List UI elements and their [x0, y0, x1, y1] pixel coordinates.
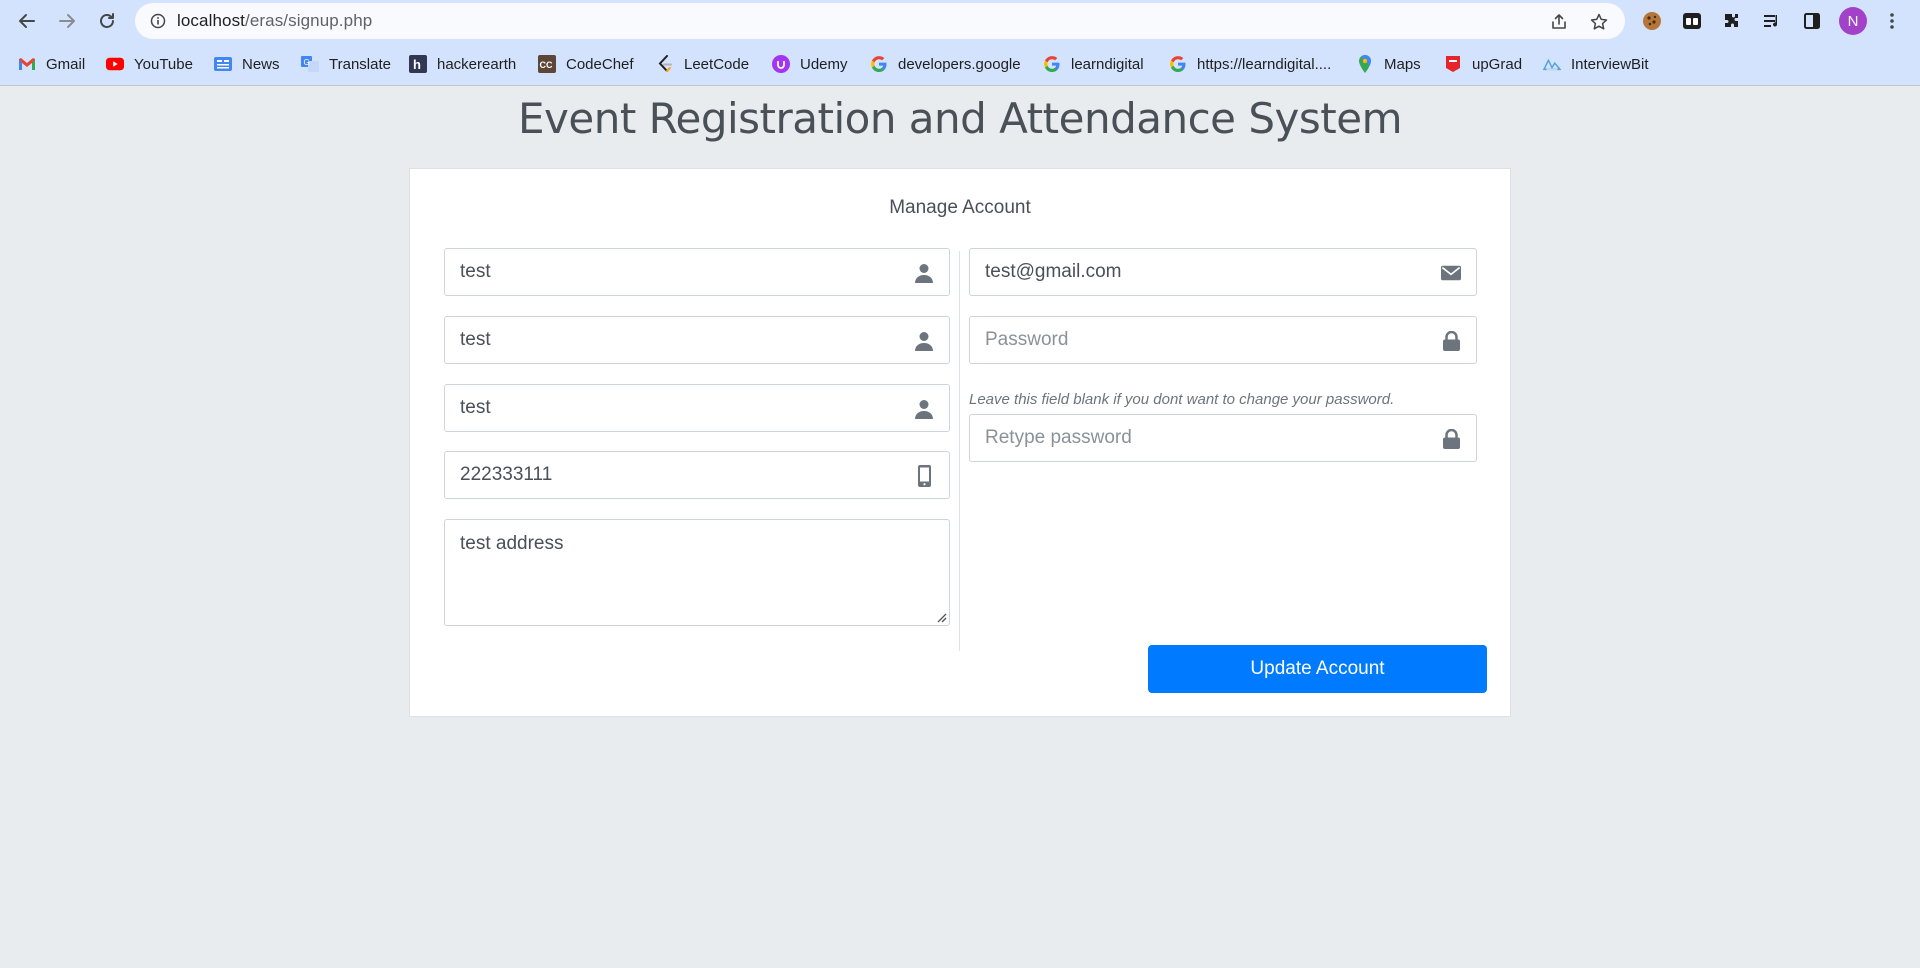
- phone-field: [444, 451, 950, 499]
- google-icon: [870, 55, 888, 73]
- lock-icon: [1441, 331, 1461, 351]
- google-icon: [1169, 55, 1187, 73]
- codechef-icon: CC: [538, 55, 556, 73]
- bookmark-learndigital[interactable]: learndigital: [1043, 52, 1144, 76]
- address-textarea[interactable]: test address: [460, 532, 904, 613]
- manage-account-card: Manage Account test address: [409, 168, 1511, 717]
- address-bar[interactable]: localhost/eras/signup.php: [135, 3, 1625, 39]
- email-field: [969, 248, 1477, 296]
- bookmark-leetcode[interactable]: LeetCode: [656, 52, 749, 76]
- email-input[interactable]: [985, 249, 1431, 295]
- user-icon: [914, 399, 934, 419]
- mobile-icon: [914, 465, 934, 487]
- bookmark-label: CodeChef: [566, 55, 634, 73]
- bookmark-news[interactable]: News: [214, 52, 280, 76]
- tab-extension-icon[interactable]: [1679, 8, 1705, 34]
- column-divider: [959, 251, 960, 651]
- reload-icon: [100, 13, 114, 28]
- middle-name-field: [444, 316, 950, 364]
- extensions-puzzle-icon[interactable]: [1719, 8, 1745, 34]
- user-icon: [914, 263, 934, 283]
- back-button[interactable]: [12, 6, 42, 36]
- card-heading: Manage Account: [889, 197, 1031, 218]
- bookmark-developers-google[interactable]: developers.google: [870, 52, 1021, 76]
- bookmark-learndigital-url[interactable]: https://learndigital....: [1169, 52, 1331, 76]
- envelope-icon: [1441, 263, 1461, 283]
- bookmark-udemy[interactable]: Udemy: [772, 52, 848, 76]
- bookmark-label: News: [242, 55, 280, 73]
- interviewbit-icon: [1543, 55, 1561, 73]
- bookmark-label: LeetCode: [684, 55, 750, 73]
- url-text[interactable]: localhost/eras/signup.php: [177, 11, 372, 31]
- bookmark-interviewbit[interactable]: InterviewBit: [1543, 52, 1649, 76]
- bookmark-label: Translate: [329, 55, 391, 73]
- bookmark-label: developers.google: [898, 55, 1021, 73]
- browser-toolbar: localhost/eras/signup.php N: [0, 0, 1920, 42]
- page-title: Event Registration and Attendance System: [518, 94, 1402, 143]
- password-field: [969, 316, 1477, 364]
- bookmark-youtube[interactable]: YouTube: [106, 52, 193, 76]
- share-icon[interactable]: [1548, 11, 1570, 33]
- password-hint: Leave this field blank if you dont want …: [969, 391, 1395, 408]
- url-host: localhost: [177, 11, 245, 30]
- leetcode-icon: [656, 55, 674, 73]
- site-info-icon[interactable]: [149, 12, 167, 30]
- last-name-field: [444, 384, 950, 432]
- first-name-input[interactable]: [460, 249, 904, 295]
- bookmark-label: learndigital: [1071, 55, 1144, 73]
- phone-input[interactable]: [460, 452, 904, 498]
- resize-handle-icon[interactable]: [935, 611, 947, 623]
- cookie-extension-icon[interactable]: [1639, 8, 1665, 34]
- update-account-button[interactable]: Update Account: [1148, 645, 1487, 693]
- middle-name-input[interactable]: [460, 317, 904, 363]
- gmail-icon: [18, 55, 36, 73]
- bookmark-label: Maps: [1384, 55, 1421, 73]
- bookmark-label: https://learndigital....: [1197, 55, 1332, 73]
- udemy-icon: [772, 55, 790, 73]
- bookmark-translate[interactable]: G Translate: [301, 52, 391, 76]
- retype-password-input[interactable]: [985, 415, 1431, 461]
- address-field: test address: [444, 519, 950, 626]
- arrow-left-icon: [19, 14, 35, 28]
- hackerearth-icon: h: [409, 55, 427, 73]
- lock-icon: [1441, 429, 1461, 449]
- bookmark-label: YouTube: [134, 55, 193, 73]
- news-icon: [214, 55, 232, 73]
- profile-avatar[interactable]: N: [1839, 7, 1867, 35]
- bookmark-label: Udemy: [800, 55, 848, 73]
- bookmarks-bar: Gmail YouTube News G Translate h hackere…: [0, 42, 1920, 86]
- reload-button[interactable]: [92, 6, 122, 36]
- url-path: /eras/signup.php: [245, 11, 373, 30]
- bookmark-codechef[interactable]: CC CodeChef: [538, 52, 634, 76]
- password-input[interactable]: [985, 317, 1431, 363]
- translate-icon: G: [301, 55, 319, 73]
- bookmark-label: upGrad: [1472, 55, 1523, 73]
- retype-password-field: [969, 414, 1477, 462]
- user-icon: [914, 331, 934, 351]
- bookmark-upgrad[interactable]: upGrad: [1444, 52, 1522, 76]
- reading-list-icon[interactable]: [1759, 8, 1785, 34]
- upgrad-icon: [1444, 55, 1462, 73]
- arrow-right-icon: [59, 14, 75, 28]
- bookmark-label: InterviewBit: [1571, 55, 1649, 73]
- bookmark-star-icon[interactable]: [1588, 11, 1610, 33]
- first-name-field: [444, 248, 950, 296]
- svg-text:h: h: [413, 57, 421, 72]
- bookmark-label: Gmail: [46, 55, 86, 73]
- bookmark-maps[interactable]: Maps: [1356, 52, 1421, 76]
- youtube-icon: [106, 55, 124, 73]
- svg-text:G: G: [304, 58, 310, 67]
- maps-icon: [1356, 55, 1374, 73]
- svg-text:CC: CC: [540, 60, 553, 70]
- bookmark-label: hackerearth: [437, 55, 517, 73]
- last-name-input[interactable]: [460, 385, 904, 431]
- bookmark-hackerearth[interactable]: h hackerearth: [409, 52, 516, 76]
- side-panel-icon[interactable]: [1799, 8, 1825, 34]
- bookmark-gmail[interactable]: Gmail: [18, 52, 85, 76]
- forward-button[interactable]: [52, 6, 82, 36]
- google-icon: [1043, 55, 1061, 73]
- chrome-menu-icon[interactable]: [1879, 8, 1905, 34]
